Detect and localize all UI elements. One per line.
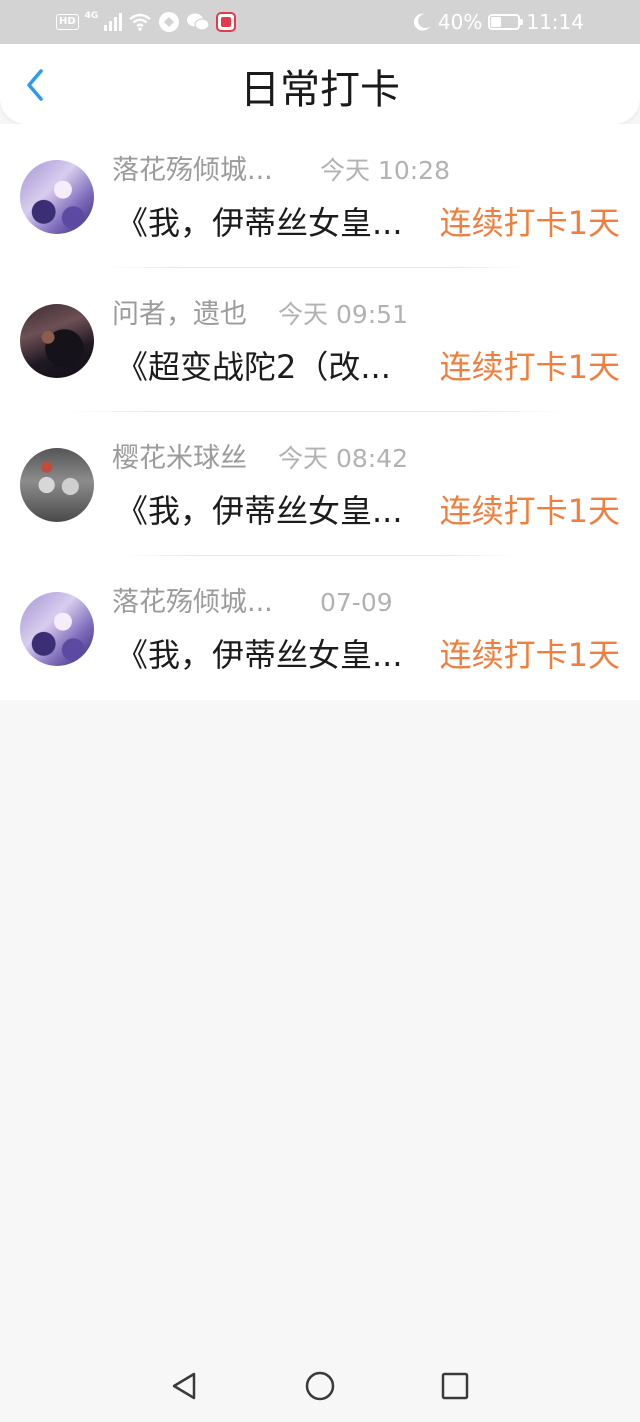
streak-label: 连续打卡1天 [439,204,620,242]
status-left-icons: HD 4G [56,9,237,35]
post-time: 今天 10:28 [320,156,450,185]
user-name: 樱花米球丝 [112,443,247,474]
avatar[interactable] [20,448,94,522]
streak-label: 连续打卡1天 [439,636,620,674]
nav-back-button[interactable] [166,1368,202,1404]
book-title: 《我，伊蒂丝女皇... [116,204,403,242]
square-recents-icon [441,1372,469,1400]
book-title: 《我，伊蒂丝女皇... [116,636,403,674]
network-type-label: 4G [84,11,99,21]
user-name: 落花殇倾城... [112,587,273,618]
list-item[interactable]: 落花殇倾城... 07-09 《我，伊蒂丝女皇... 连续打卡1天 [0,556,640,700]
avatar[interactable] [20,304,94,378]
wechat-icon [187,13,210,31]
battery-icon [488,14,524,30]
system-nav-bar [0,1350,640,1422]
post-time: 今天 09:51 [278,300,408,329]
clock-time: 11:14 [526,10,584,34]
moon-icon [413,13,430,31]
user-name: 落花殇倾城... [112,155,273,186]
app-header: 日常打卡 [0,44,640,124]
battery-percent: 40% [437,10,483,34]
signal-icon [104,13,123,31]
hd-badge: HD [56,14,79,30]
page-title: 日常打卡 [240,67,400,113]
list-item[interactable]: 樱花米球丝 今天 08:42 《我，伊蒂丝女皇... 连续打卡1天 [0,412,640,556]
status-bar: HD 4G 40% 11:14 [0,0,640,44]
battery-fill [491,17,502,27]
streak-label: 连续打卡1天 [439,492,620,530]
post-time: 07-09 [320,588,393,617]
circle-home-icon [305,1371,335,1401]
triangle-back-icon [172,1372,196,1400]
nav-home-button[interactable] [302,1368,338,1404]
avatar[interactable] [20,592,94,666]
wifi-icon [129,13,152,31]
post-time: 今天 08:42 [278,444,408,473]
avatar[interactable] [20,160,94,234]
streak-label: 连续打卡1天 [439,348,620,386]
book-title: 《超变战陀2（改... [116,348,391,386]
checkin-list: 落花殇倾城... 今天 10:28 《我，伊蒂丝女皇... 连续打卡1天 问者，… [0,124,640,700]
status-right-icons: 40% 11:14 [412,9,584,35]
list-item[interactable]: 落花殇倾城... 今天 10:28 《我，伊蒂丝女皇... 连续打卡1天 [0,124,640,268]
nav-recents-button[interactable] [437,1368,473,1404]
app-badge-icon [216,12,237,32]
list-item[interactable]: 问者，遗也 今天 09:51 《超变战陀2（改... 连续打卡1天 [0,268,640,412]
app-notification-icon [159,12,180,32]
book-title: 《我，伊蒂丝女皇... [116,492,403,530]
user-name: 问者，遗也 [112,299,247,330]
